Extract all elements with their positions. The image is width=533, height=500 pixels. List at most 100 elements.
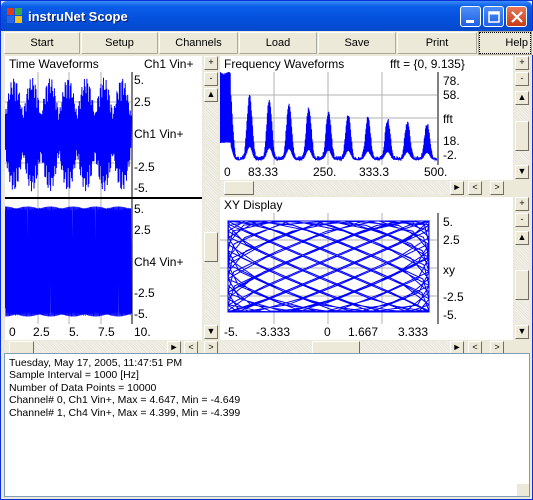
- time-zoom-out-button[interactable]: -: [204, 72, 218, 86]
- time-vscroll-track[interactable]: [204, 102, 218, 325]
- ch4-series-line: [5, 206, 132, 317]
- freq-plot: 78. 58. fft 18. -2.: [220, 72, 513, 165]
- setup-button[interactable]: Setup: [81, 32, 158, 54]
- freq-xtick: 500.: [424, 165, 448, 179]
- time-vscroll-thumb[interactable]: [204, 232, 218, 262]
- freq-ylabel: fft: [443, 112, 453, 126]
- time-panel-title: Time Waveforms: [9, 57, 99, 71]
- freq-xtick: 333.3: [359, 165, 390, 179]
- time-scroll-up-button[interactable]: ▲: [204, 88, 218, 102]
- freq-xtick: 250.: [313, 165, 337, 179]
- freq-hscroll-track[interactable]: [220, 181, 463, 195]
- resize-grip-icon[interactable]: [517, 484, 529, 496]
- freq-scroll-next-button[interactable]: >: [490, 181, 504, 195]
- close-icon: [511, 11, 523, 23]
- freq-x-axis: 0 83.33 250. 333.3 500.: [220, 165, 513, 180]
- window-title: instruNet Scope: [28, 9, 128, 24]
- xy-ytick: 2.5: [443, 233, 460, 247]
- minimize-icon: [466, 20, 474, 23]
- freq-chart: [220, 72, 439, 165]
- xy-xtick: -5.: [224, 325, 239, 339]
- info-channel-0: Channel# 0, Ch1 Vin+, Max = 4.647, Min =…: [9, 394, 241, 407]
- ch1-ytick: 5.: [134, 73, 145, 87]
- xy-vscroll-track[interactable]: [515, 245, 529, 325]
- info-textbox[interactable]: Tuesday, May 17, 2005, 11:47:51 PM Sampl…: [4, 353, 530, 497]
- time-zoom-in-button[interactable]: +: [204, 56, 218, 70]
- freq-vscroll-track[interactable]: [515, 105, 529, 165]
- ch1-plot: 5. 2.5 Ch1 Vin+ -2.5 -5.: [5, 72, 202, 197]
- time-xtick: 10.: [134, 325, 151, 339]
- start-button[interactable]: Start: [4, 32, 80, 54]
- xy-xtick: 0: [324, 325, 331, 339]
- freq-zoom-out-button[interactable]: -: [515, 72, 529, 86]
- time-xtick: 2.5: [33, 325, 50, 339]
- ch4-plot: 5. 2.5 Ch4 Vin+ -2.5 -5.: [5, 199, 202, 324]
- info-data-points: Number of Data Points = 10000: [9, 381, 157, 394]
- info-channel-1: Channel# 1, Ch4 Vin+, Max = 4.399, Min =…: [9, 406, 241, 419]
- app-window: instruNet Scope Start Setup Channels Loa…: [0, 0, 533, 500]
- load-button[interactable]: Load: [239, 32, 317, 54]
- title-bar[interactable]: instruNet Scope: [1, 1, 532, 31]
- minimize-button[interactable]: [460, 6, 481, 27]
- freq-xtick: 83.33: [248, 165, 279, 179]
- freq-scroll-prev-button[interactable]: <: [468, 181, 482, 195]
- xy-ytick: -2.5: [443, 290, 464, 304]
- freq-vscroll-thumb[interactable]: [515, 121, 529, 151]
- ch4-ytick: 2.5: [134, 223, 151, 237]
- time-panel-channel: Ch1 Vin+: [144, 57, 194, 71]
- xy-zoom-out-button[interactable]: -: [515, 213, 529, 227]
- ch1-ylabel: Ch1 Vin+: [134, 127, 184, 141]
- ch1-ytick: 2.5: [134, 95, 151, 109]
- freq-scroll-up-button[interactable]: ▲: [515, 91, 529, 105]
- time-panel-header: Time Waveforms Ch1 Vin+: [5, 56, 202, 72]
- maximize-icon: [488, 11, 500, 23]
- time-xtick: 0: [9, 325, 16, 339]
- close-button[interactable]: [506, 6, 527, 27]
- freq-ytick: 58.: [443, 88, 460, 102]
- time-scroll-down-button[interactable]: ▼: [204, 325, 218, 339]
- xy-xtick: 1.667: [348, 325, 379, 339]
- ch4-ylabel: Ch4 Vin+: [134, 255, 184, 269]
- xy-chart: [220, 213, 439, 324]
- xy-zoom-in-button[interactable]: +: [515, 197, 529, 211]
- maximize-button[interactable]: [483, 6, 504, 27]
- ch4-ytick: 5.: [134, 202, 145, 216]
- freq-xtick: 0: [224, 165, 231, 179]
- xy-ytick: 5.: [443, 215, 454, 229]
- ch4-ytick: -5.: [134, 307, 149, 321]
- freq-panel-range: fft = {0, 9.135}: [390, 57, 465, 71]
- freq-scroll-down-button[interactable]: ▼: [515, 165, 529, 179]
- toolbar: Start Setup Channels Load Save Print Hel…: [2, 31, 533, 55]
- save-button[interactable]: Save: [318, 32, 396, 54]
- xy-ylabel: xy: [443, 263, 455, 277]
- xy-xtick: -3.333: [256, 325, 291, 339]
- xy-panel-title: XY Display: [224, 198, 283, 212]
- xy-scroll-down-button[interactable]: ▼: [515, 325, 529, 339]
- channels-button[interactable]: Channels: [159, 32, 238, 54]
- ch1-ytick: -2.5: [134, 160, 155, 174]
- freq-panel-title: Frequency Waveforms: [224, 57, 345, 71]
- freq-ytick: 18.: [443, 134, 460, 148]
- info-sample-interval: Sample Interval = 1000 [Hz]: [9, 369, 139, 382]
- xy-scroll-up-button[interactable]: ▲: [515, 231, 529, 245]
- freq-scroll-right-button[interactable]: ►: [450, 181, 464, 195]
- xy-xtick: 3.333: [398, 325, 429, 339]
- xy-vscroll-thumb[interactable]: [515, 270, 529, 300]
- time-xtick: 5.: [69, 325, 80, 339]
- freq-zoom-in-button[interactable]: +: [515, 56, 529, 70]
- time-x-axis: 0 2.5 5. 7.5 10.: [5, 324, 202, 340]
- freq-hscroll-thumb[interactable]: [224, 181, 254, 195]
- freq-ytick: 78.: [443, 74, 460, 88]
- xy-panel-header: XY Display: [220, 197, 513, 213]
- time-xtick: 7.5: [98, 325, 115, 339]
- app-icon: [7, 8, 23, 24]
- xy-x-axis: -5. -3.333 0 1.667 3.333: [220, 324, 513, 340]
- xy-plot: 5. 2.5 xy -2.5 -5.: [220, 213, 513, 324]
- info-timestamp: Tuesday, May 17, 2005, 11:47:51 PM: [9, 357, 183, 369]
- xy-ytick: -5.: [443, 308, 458, 322]
- ch4-ytick: -2.5: [134, 286, 155, 300]
- freq-panel-header: Frequency Waveforms fft = {0, 9.135}: [220, 56, 513, 72]
- help-button[interactable]: Help: [478, 31, 532, 55]
- print-button[interactable]: Print: [397, 32, 477, 54]
- freq-ytick: -2.: [443, 148, 458, 162]
